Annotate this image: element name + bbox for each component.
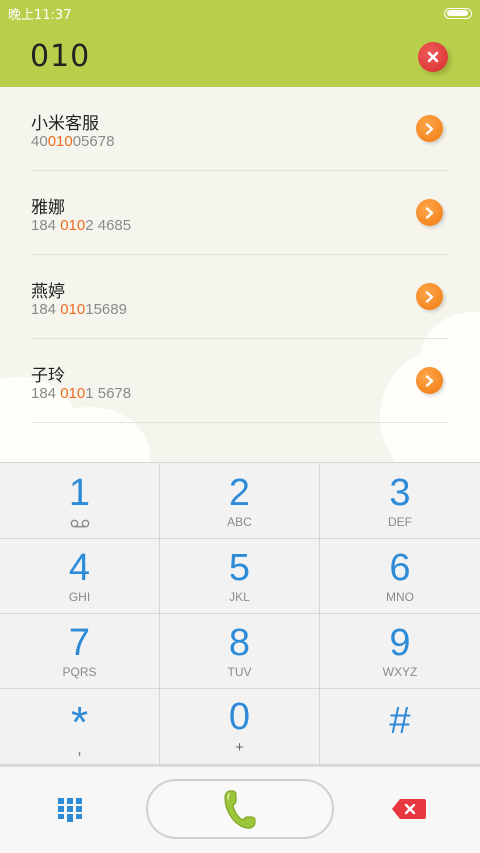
backspace-icon[interactable] (391, 797, 427, 821)
battery-icon (444, 7, 472, 19)
key-2[interactable]: 2 ABC (160, 463, 319, 538)
contact-phone: 4001005678 (31, 133, 115, 150)
contact-name: 子玲 (31, 366, 65, 386)
key-7[interactable]: 7 PQRS (0, 614, 159, 688)
key-letters: PQRS (62, 665, 97, 679)
contact-detail-button[interactable] (416, 199, 443, 226)
contact-phone: 184 0101 5678 (31, 385, 132, 402)
contact-name: 小米客服 (31, 114, 99, 134)
key-letters: , (77, 740, 82, 758)
dialpad-icon[interactable] (57, 797, 83, 823)
key-letters: + (235, 739, 244, 756)
contact-detail-button[interactable] (416, 367, 443, 394)
key-digit: 0 (228, 696, 251, 738)
key-0[interactable]: 0 + (160, 689, 319, 764)
contact-name: 燕婷 (31, 282, 65, 302)
contact-detail-button[interactable] (416, 115, 443, 142)
key-letters: ABC (227, 514, 252, 529)
key-1[interactable]: 1 (0, 463, 159, 538)
key-digit: 9 (389, 622, 411, 664)
contact-row[interactable]: 燕婷 184 01015689 (31, 255, 449, 339)
call-button[interactable] (146, 779, 334, 839)
chevron-right-icon (425, 122, 434, 135)
key-digit: * (70, 697, 89, 747)
key-8[interactable]: 8 TUV (160, 614, 319, 688)
key-letters: JKL (229, 590, 250, 604)
key-digit: 8 (228, 622, 251, 664)
key-hash[interactable]: # (320, 689, 480, 764)
status-bar: 晚上11:37 (0, 0, 480, 26)
contact-row[interactable]: 小米客服 4001005678 (31, 87, 449, 171)
dialed-number: 010 (30, 39, 91, 74)
clear-number-button[interactable] (418, 41, 448, 72)
key-letters: DEF (388, 514, 412, 529)
key-digit: 5 (228, 547, 251, 589)
dial-keypad: 1 2 ABC 3 DEF 4 GHI 5 JKL 6 MNO 7 PQRS 8… (0, 462, 480, 766)
key-digit: # (389, 700, 411, 742)
key-5[interactable]: 5 JKL (160, 539, 319, 613)
key-digit: 6 (389, 547, 411, 589)
dialer-bottom-bar (0, 766, 480, 853)
status-time: 晚上11:37 (8, 7, 72, 23)
key-digit: 3 (389, 471, 411, 514)
dialer-header: 010 (0, 26, 480, 87)
contact-name: 雅娜 (31, 198, 65, 218)
key-letters: TUV (227, 665, 252, 679)
key-digit: 1 (68, 472, 91, 514)
key-letters: GHI (68, 590, 91, 604)
contact-row[interactable]: 子玲 184 0101 5678 (31, 339, 449, 423)
key-4[interactable]: 4 GHI (0, 539, 159, 613)
contact-phone: 184 01015689 (31, 301, 127, 318)
contact-phone: 184 0102 4685 (31, 217, 132, 234)
key-letters: WXYZ (382, 665, 418, 679)
key-digit: 7 (68, 622, 91, 664)
voicemail-icon (70, 519, 89, 528)
chevron-right-icon (425, 206, 434, 219)
key-3[interactable]: 3 DEF (320, 463, 480, 538)
contact-row[interactable]: 雅娜 184 0102 4685 (31, 171, 449, 255)
key-letters: MNO (386, 590, 414, 604)
close-icon (427, 51, 439, 62)
contact-detail-button[interactable] (416, 283, 443, 310)
key-9[interactable]: 9 WXYZ (320, 614, 480, 688)
chevron-right-icon (425, 374, 434, 387)
key-star[interactable]: * , (0, 689, 159, 764)
key-digit: 4 (68, 547, 91, 589)
chevron-right-icon (425, 290, 434, 303)
key-digit: 2 (228, 471, 251, 514)
key-6[interactable]: 6 MNO (320, 539, 480, 613)
phone-icon (224, 790, 256, 829)
contact-results-list[interactable]: 小米客服 4001005678 雅娜 184 0102 4685 燕婷 184 … (0, 87, 480, 462)
